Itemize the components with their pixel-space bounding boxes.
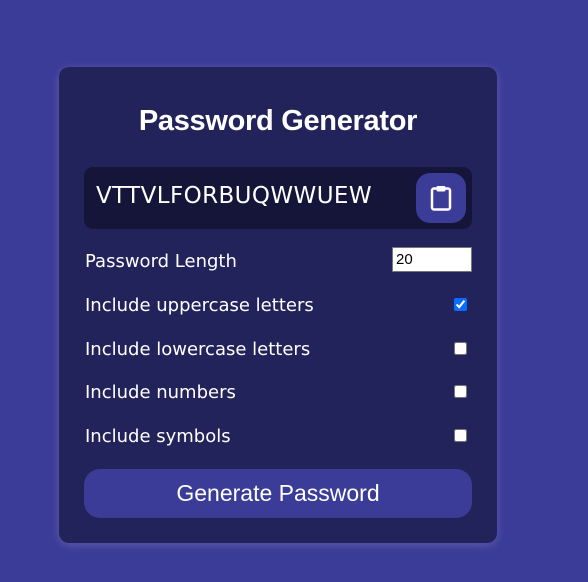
numbers-label: Include numbers: [85, 382, 236, 403]
numbers-checkbox[interactable]: [454, 385, 467, 398]
generate-password-button[interactable]: Generate Password: [84, 469, 472, 518]
setting-uppercase: Include uppercase letters: [84, 291, 472, 321]
lowercase-checkbox[interactable]: [454, 342, 467, 355]
uppercase-checkbox[interactable]: [454, 298, 467, 311]
password-length-label: Password Length: [85, 251, 237, 272]
password-result: VTTVLFORBUQWWUEW: [96, 183, 372, 209]
password-result-container: VTTVLFORBUQWWUEW: [84, 167, 472, 229]
uppercase-label: Include uppercase letters: [85, 295, 314, 316]
setting-lowercase: Include lowercase letters: [84, 335, 472, 365]
clipboard-icon: [430, 186, 452, 211]
symbols-label: Include symbols: [85, 426, 231, 447]
symbols-checkbox[interactable]: [454, 429, 467, 442]
password-generator-card: Password Generator VTTVLFORBUQWWUEW Pass…: [59, 67, 497, 543]
lowercase-label: Include lowercase letters: [85, 339, 311, 360]
copy-to-clipboard-button[interactable]: [416, 173, 466, 223]
setting-symbols: Include symbols: [84, 422, 472, 452]
setting-password-length: Password Length: [84, 247, 472, 277]
setting-numbers: Include numbers: [84, 378, 472, 408]
page-title: Password Generator: [138, 105, 418, 137]
password-length-input[interactable]: [392, 247, 472, 272]
